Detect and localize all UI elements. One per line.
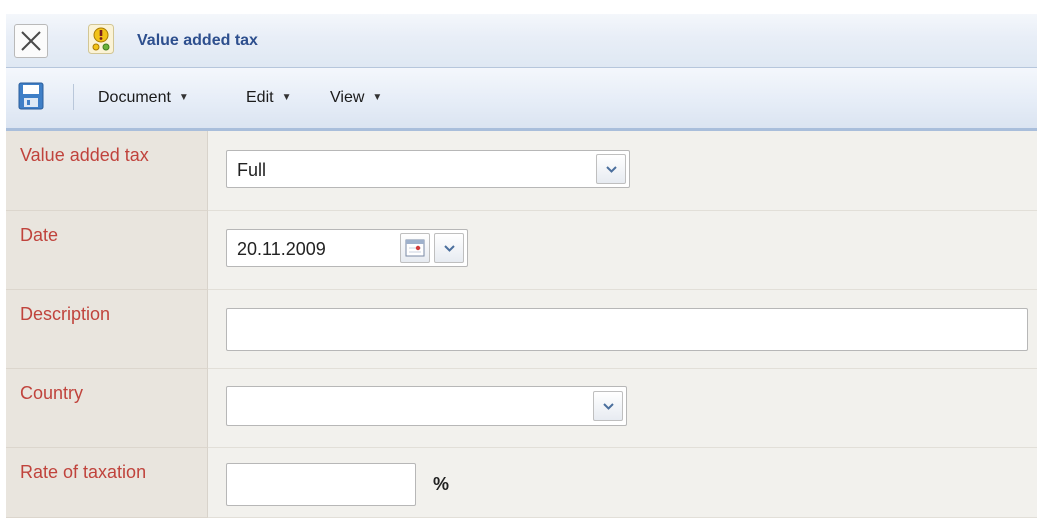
- vat-select[interactable]: Full: [226, 150, 630, 188]
- caret-down-icon: ▼: [178, 92, 189, 103]
- rate-input[interactable]: [226, 463, 416, 506]
- chevron-down-icon: [603, 403, 614, 410]
- toolbar: Document ▼ Edit ▼ View ▼: [6, 68, 1037, 131]
- date-input[interactable]: 20.11.2009: [226, 229, 468, 267]
- rate-unit: %: [433, 474, 450, 494]
- date-input-value: 20.11.2009: [237, 239, 326, 259]
- calendar-icon: [405, 239, 425, 257]
- form-row-vat: Value added tax Full: [6, 131, 1037, 211]
- vat-label: Value added tax: [20, 145, 149, 165]
- save-icon[interactable]: [18, 82, 44, 110]
- form-row-rate: Rate of taxation %: [6, 448, 1037, 518]
- caret-down-icon: ▼: [372, 92, 383, 103]
- close-icon: [21, 31, 41, 51]
- label-cell: Country: [6, 369, 208, 448]
- title-bar: Value added tax: [6, 14, 1037, 68]
- window-title: Value added tax: [137, 32, 258, 49]
- close-button[interactable]: [14, 24, 48, 58]
- country-label: Country: [20, 383, 84, 403]
- date-dropdown-button[interactable]: [434, 233, 464, 263]
- app-window: Value added tax Document ▼ Edit ▼ View ▼ Va…: [6, 0, 1037, 518]
- tax-app-icon: [88, 24, 114, 54]
- calendar-button[interactable]: [400, 233, 430, 263]
- vat-select-value: Full: [237, 160, 267, 180]
- date-label: Date: [20, 225, 59, 245]
- description-input[interactable]: [226, 308, 1028, 351]
- form-row-country: Country: [6, 369, 1037, 448]
- field-cell: [208, 369, 1037, 448]
- menu-document-label: Document: [98, 89, 171, 106]
- menu-edit[interactable]: Edit ▼: [246, 89, 291, 107]
- field-cell: Full: [208, 131, 1037, 211]
- field-cell: %: [208, 448, 1037, 518]
- form-row-description: Description: [6, 290, 1037, 369]
- description-label: Description: [20, 304, 111, 324]
- country-select[interactable]: [226, 386, 627, 426]
- form-row-date: Date 20.11.2009: [6, 211, 1037, 290]
- label-cell: Rate of taxation: [6, 448, 208, 518]
- toolbar-separator: [73, 84, 74, 110]
- field-cell: 20.11.2009: [208, 211, 1037, 290]
- menu-view-label: View: [330, 89, 365, 106]
- tax-form: Value added tax Full Date 20.11.2009 Des…: [6, 131, 1037, 518]
- label-cell: Value added tax: [6, 131, 208, 211]
- rate-label: Rate of taxation: [20, 462, 147, 482]
- chevron-down-icon: [606, 166, 617, 173]
- vat-dropdown-button[interactable]: [596, 154, 626, 184]
- menu-view[interactable]: View ▼: [330, 89, 382, 107]
- label-cell: Description: [6, 290, 208, 369]
- menu-document[interactable]: Document ▼: [98, 89, 189, 107]
- label-cell: Date: [6, 211, 208, 290]
- menu-edit-label: Edit: [246, 89, 274, 106]
- caret-down-icon: ▼: [281, 92, 292, 103]
- chevron-down-icon: [444, 245, 455, 252]
- field-cell: [208, 290, 1037, 369]
- country-dropdown-button[interactable]: [593, 391, 623, 421]
